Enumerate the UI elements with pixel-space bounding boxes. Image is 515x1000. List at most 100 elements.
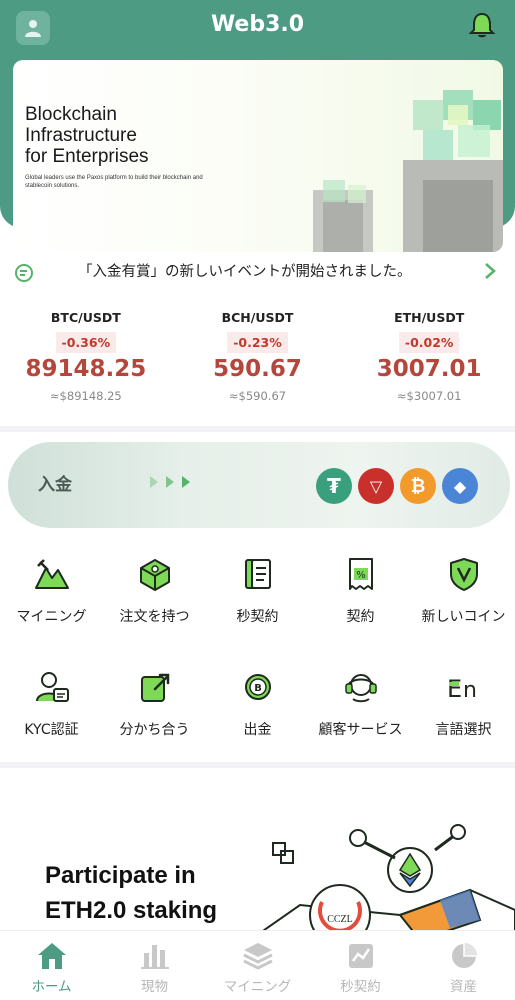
new-coin-shield-icon [449, 558, 478, 591]
kyc-user-icon [35, 672, 69, 702]
feature-row-2: KYC認証 分かち合う B 出金 顧客サービス E n 言語選択 [0, 661, 515, 774]
deposit-label: 入金 [38, 475, 72, 495]
blockchain-cubes-illustration [313, 90, 503, 252]
ticker-pair: ETH/USDT [394, 310, 465, 325]
share-icon [140, 673, 169, 702]
ticker-change: -0.36% [55, 332, 117, 353]
banner-title: Blockchain Infrastructure for Enterprise… [25, 104, 225, 167]
banner-subtitle: Global leaders use the Paxos platform to… [25, 175, 203, 189]
feature-language[interactable]: E n 言語選択 [412, 661, 515, 774]
promo-banner[interactable]: Blockchain Infrastructure for Enterprise… [13, 60, 503, 252]
tab-home[interactable]: ホーム [0, 931, 103, 1000]
bitcoin-glyph: ₿ [410, 475, 426, 497]
svg-text:B: B [254, 683, 262, 694]
ticker-approx: ≈$590.67 [228, 389, 287, 403]
feature-label: 注文を持つ [119, 609, 190, 625]
feature-mining[interactable]: マイニング [0, 548, 103, 661]
coin-icons: ₮ ▽ ₿ ◆ [316, 468, 478, 504]
home-screen: Web3.0 Blockchain Infrastructure for Ent… [0, 0, 515, 1000]
arrow-right-icon [166, 476, 174, 488]
svg-text:n: n [463, 678, 477, 703]
withdraw-coin-icon: B [244, 674, 271, 700]
feature-label: 出金 [243, 722, 272, 738]
tab-label: 資産 [450, 979, 477, 995]
arrow-right-icon [150, 476, 158, 488]
tron-icon: ▽ [358, 468, 394, 504]
feature-label: マイニング [16, 609, 87, 625]
banner-title-line-3: for Enterprises [25, 146, 149, 167]
ticker-eth[interactable]: ETH/USDT -0.02% 3007.01 ≈$3007.01 [343, 310, 515, 420]
feature-label: KYC認証 [24, 722, 79, 738]
feature-label: 言語選択 [435, 722, 492, 738]
feature-share[interactable]: 分かち合う [103, 661, 206, 774]
notice-text: 「入金有賞」の新しいイベントが開始されました。 [78, 264, 412, 280]
banner-title-line-1: Blockchain [25, 104, 117, 125]
feature-label: 新しいコイン [421, 609, 506, 625]
feature-customer-service[interactable]: 顧客サービス [309, 661, 412, 774]
tron-glyph: ▽ [369, 476, 383, 496]
tab-label: マイニング [223, 979, 292, 995]
feature-new-coin[interactable]: 新しいコイン [412, 548, 515, 661]
ticker-price: 3007.01 [376, 356, 482, 382]
feature-withdraw[interactable]: B 出金 [206, 661, 309, 774]
line-chart-icon [348, 944, 373, 968]
promo-title-line-1: Participate in [45, 862, 196, 889]
feature-label: 秒契約 [236, 609, 279, 625]
staking-illustration: CCZL [262, 824, 515, 930]
ethereum-glyph: ◆ [453, 476, 467, 496]
tether-icon: ₮ [316, 468, 352, 504]
ticker-change: -0.23% [227, 332, 288, 353]
section-divider [0, 426, 515, 432]
tab-label: 秒契約 [340, 979, 381, 995]
app-title: Web3.0 [210, 12, 305, 37]
ticker-price: 590.67 [213, 356, 302, 382]
svg-text:%: % [356, 570, 366, 581]
feature-label: 顧客サービス [318, 722, 403, 738]
bitcoin-icon: ₿ [400, 468, 436, 504]
feature-contract[interactable]: % 契約 [309, 548, 412, 661]
ticker-change: -0.02% [398, 332, 460, 353]
ticker-pair: BTC/USDT [50, 310, 121, 325]
section-divider [0, 762, 515, 768]
tab-assets[interactable]: 資産 [412, 931, 515, 1000]
feature-second-contract[interactable]: 秒契約 [206, 548, 309, 661]
feature-kyc[interactable]: KYC認証 [0, 661, 103, 774]
contract-receipt-icon: % [348, 558, 373, 590]
ticker-approx: ≈$3007.01 [396, 389, 462, 403]
tab-label: 現物 [141, 979, 168, 995]
deposit-banner[interactable]: 入金 ₮ ▽ ₿ ◆ [8, 442, 510, 528]
tab-spot[interactable]: 現物 [103, 931, 206, 1000]
order-box-icon [139, 559, 170, 591]
home-icon [37, 943, 66, 969]
announcement-icon [15, 264, 33, 282]
feature-label: 契約 [346, 609, 375, 625]
tether-glyph: ₮ [327, 474, 341, 498]
notification-button[interactable] [465, 9, 499, 43]
banner-title-line-2: Infrastructure [25, 125, 137, 146]
pie-chart-icon [451, 941, 479, 968]
customer-service-icon [344, 674, 377, 703]
deposit-arrows [150, 476, 190, 488]
ticker-bch[interactable]: BCH/USDT -0.23% 590.67 ≈$590.67 [172, 310, 344, 420]
chevron-right-icon[interactable] [483, 262, 497, 280]
notice-bar[interactable]: 「入金有賞」の新しいイベントが開始されました。 [0, 256, 515, 286]
promo-title-line-2: ETH2.0 staking [45, 897, 218, 924]
layers-icon [242, 943, 273, 970]
ethereum-icon: ◆ [442, 468, 478, 504]
bottom-tab-bar: ホーム 現物 マイニング 秒契約 資産 [0, 930, 515, 1000]
feature-grid: マイニング 注文を持つ 秒契約 % 契約 新しいコイン KYC認証 分かち合う … [0, 548, 515, 774]
language-icon: E n [447, 675, 477, 703]
feature-row-1: マイニング 注文を持つ 秒契約 % 契約 新しいコイン [0, 548, 515, 661]
bell-icon [468, 12, 496, 38]
staking-promo[interactable]: Participate in ETH2.0 staking CCZL [0, 770, 515, 930]
tab-second-contract[interactable]: 秒契約 [309, 931, 412, 1000]
ticker-btc[interactable]: BTC/USDT -0.36% 89148.25 ≈$89148.25 [0, 310, 172, 420]
ticker-row: BTC/USDT -0.36% 89148.25 ≈$89148.25 BCH/… [0, 310, 515, 420]
tab-mining[interactable]: マイニング [206, 931, 309, 1000]
mining-icon [34, 559, 69, 589]
feature-label: 分かち合う [119, 722, 190, 738]
arrow-right-icon [182, 476, 190, 488]
feature-order[interactable]: 注文を持つ [103, 548, 206, 661]
document-icon [244, 559, 271, 589]
promo-art-text: CCZL [327, 914, 353, 925]
